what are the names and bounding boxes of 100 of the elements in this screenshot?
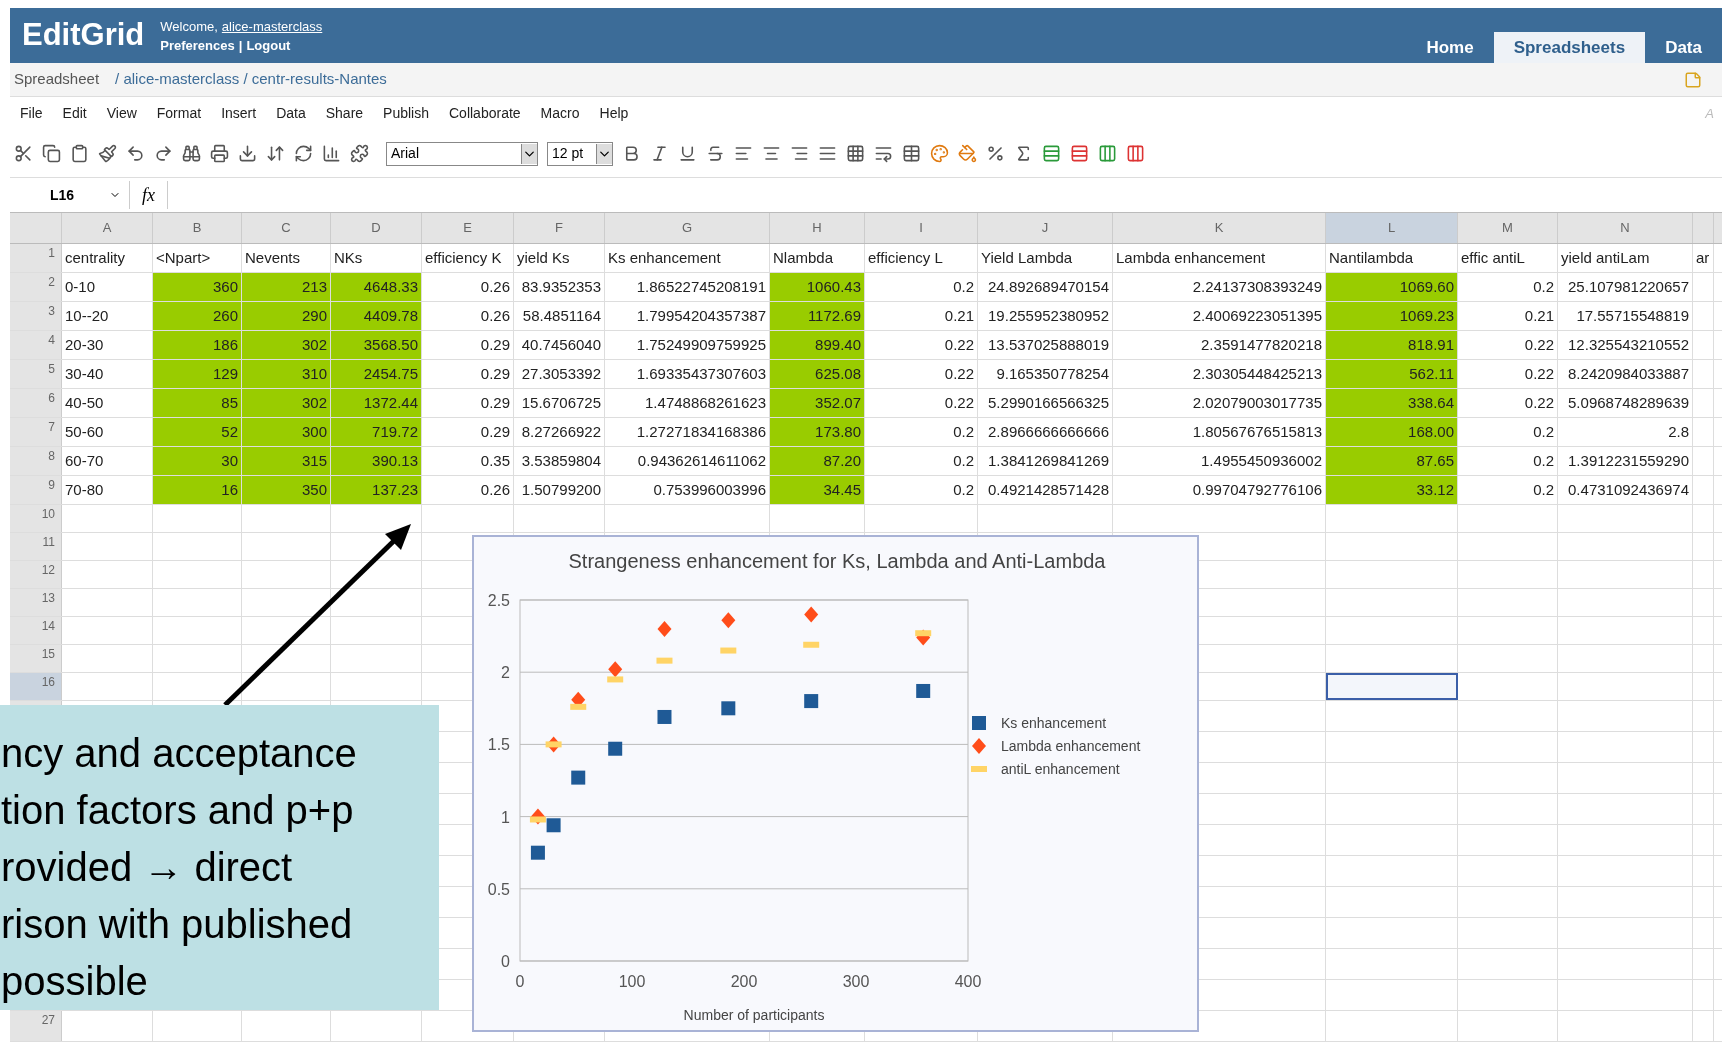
row-number[interactable]: 3	[10, 302, 62, 330]
insert-row-icon[interactable]	[1042, 144, 1061, 163]
strikethrough-icon[interactable]	[706, 144, 725, 163]
column-header[interactable]: A	[62, 213, 153, 243]
dropdown-caret-icon[interactable]	[596, 143, 612, 164]
table-cell: 0.2	[1458, 418, 1558, 446]
column-header[interactable]: B	[153, 213, 242, 243]
column-header[interactable]: J	[978, 213, 1113, 243]
table-cell: 58.4851164	[514, 302, 605, 330]
row-number[interactable]: 11	[10, 533, 62, 560]
bar-chart-icon[interactable]	[322, 144, 341, 163]
row-number[interactable]: 5	[10, 360, 62, 388]
legend-label: antiL enhancement	[1001, 761, 1120, 777]
menu-item[interactable]: Edit	[52, 103, 97, 124]
column-header[interactable]: N	[1558, 213, 1693, 243]
table-cell: 310	[242, 360, 331, 388]
italic-icon[interactable]	[650, 144, 669, 163]
delete-row-icon[interactable]	[1070, 144, 1089, 163]
palette-icon[interactable]	[930, 144, 949, 163]
refresh-icon[interactable]	[294, 144, 313, 163]
column-header[interactable]: M	[1458, 213, 1558, 243]
cell-name-box[interactable]: L16	[10, 181, 130, 209]
row-number[interactable]: 16	[10, 673, 62, 700]
row-number[interactable]: 4	[10, 331, 62, 359]
menu-item[interactable]: Help	[589, 103, 639, 124]
borders-icon[interactable]	[846, 144, 865, 163]
percent-icon[interactable]	[986, 144, 1005, 163]
puzzle-icon[interactable]	[350, 144, 369, 163]
row-number[interactable]: 2	[10, 273, 62, 301]
breadcrumb-path[interactable]: / alice-masterclass / centr-results-Nantes	[115, 68, 387, 91]
binoculars-icon[interactable]	[182, 144, 201, 163]
user-link[interactable]: alice-masterclass	[221, 16, 323, 36]
paste-icon[interactable]	[70, 144, 89, 163]
column-header[interactable]: G	[605, 213, 770, 243]
table-cell: 0.22	[1458, 360, 1558, 388]
align-center-icon[interactable]	[762, 144, 781, 163]
copy-icon[interactable]	[42, 144, 61, 163]
logout-link[interactable]: Logout	[246, 35, 291, 55]
nav-tab[interactable]: Spreadsheets	[1493, 32, 1646, 63]
column-header[interactable]: I	[865, 213, 978, 243]
cut-icon[interactable]	[14, 144, 33, 163]
wrap-text-icon[interactable]	[874, 144, 893, 163]
column-header[interactable]: H	[770, 213, 865, 243]
legend-label: Ks enhancement	[1001, 715, 1107, 731]
row-number[interactable]: 1	[10, 244, 62, 272]
align-left-icon[interactable]	[734, 144, 753, 163]
callout-line: possible	[1, 958, 149, 1005]
row-number[interactable]: 14	[10, 617, 62, 644]
row-number[interactable]: 12	[10, 561, 62, 588]
dropdown-caret-icon[interactable]	[521, 143, 537, 164]
underline-icon[interactable]	[678, 144, 697, 163]
size-select[interactable]: 12 pt	[547, 141, 613, 166]
row-number[interactable]: 10	[10, 505, 62, 532]
menu-item[interactable]: Insert	[211, 103, 267, 124]
font-select[interactable]: Arial	[386, 141, 538, 166]
table-cell: 15.6706725	[514, 389, 605, 417]
table-cell: 1172.69	[770, 302, 865, 330]
table-cell: Nantilambda	[1326, 244, 1458, 272]
selected-cell[interactable]	[1326, 673, 1458, 700]
menu-item[interactable]: Collaborate	[439, 103, 531, 124]
menu-item[interactable]: Publish	[373, 103, 439, 124]
menu-item[interactable]: Macro	[530, 103, 590, 124]
table-cell: 1.3912231559290	[1558, 447, 1693, 475]
undo-icon[interactable]	[126, 144, 145, 163]
menu-item[interactable]: Share	[315, 103, 374, 124]
download-icon[interactable]	[238, 144, 257, 163]
row-number[interactable]: 6	[10, 389, 62, 417]
insert-column-icon[interactable]	[1098, 144, 1117, 163]
table-icon[interactable]	[902, 144, 921, 163]
table-cell: 0.26	[422, 476, 514, 504]
sort-icon[interactable]	[266, 144, 285, 163]
delete-column-icon[interactable]	[1126, 144, 1145, 163]
table-cell: 0.2	[1458, 447, 1558, 475]
row-number[interactable]: 27	[10, 1011, 62, 1041]
align-right-icon[interactable]	[790, 144, 809, 163]
redo-icon[interactable]	[154, 144, 173, 163]
row-number[interactable]: 8	[10, 447, 62, 475]
column-header[interactable]: L	[1326, 213, 1458, 243]
preferences-link[interactable]: Preferences	[160, 35, 235, 55]
printer-icon[interactable]	[210, 144, 229, 163]
table-cell: 0.2	[865, 418, 978, 446]
data-point	[804, 694, 819, 709]
x-tick-label: 400	[954, 973, 982, 990]
column-header[interactable]: F	[514, 213, 605, 243]
table-cell: 4409.78	[331, 302, 422, 330]
row-number[interactable]: 13	[10, 589, 62, 616]
row-number[interactable]: 9	[10, 476, 62, 504]
menu-item[interactable]: File	[10, 103, 53, 124]
row-number[interactable]: 15	[10, 645, 62, 672]
row-number[interactable]: 7	[10, 418, 62, 446]
menu-item[interactable]: View	[96, 103, 147, 124]
brush-icon[interactable]	[98, 144, 117, 163]
table-cell: 17.55715548819	[1558, 302, 1693, 330]
menu-item[interactable]: Format	[146, 103, 212, 124]
column-header[interactable]: E	[422, 213, 514, 243]
align-justify-icon[interactable]	[818, 144, 837, 163]
menu-item[interactable]: Data	[266, 103, 316, 124]
column-header[interactable]: C	[242, 213, 331, 243]
paint-bucket-icon[interactable]	[958, 144, 977, 163]
column-header[interactable]: D	[331, 213, 422, 243]
